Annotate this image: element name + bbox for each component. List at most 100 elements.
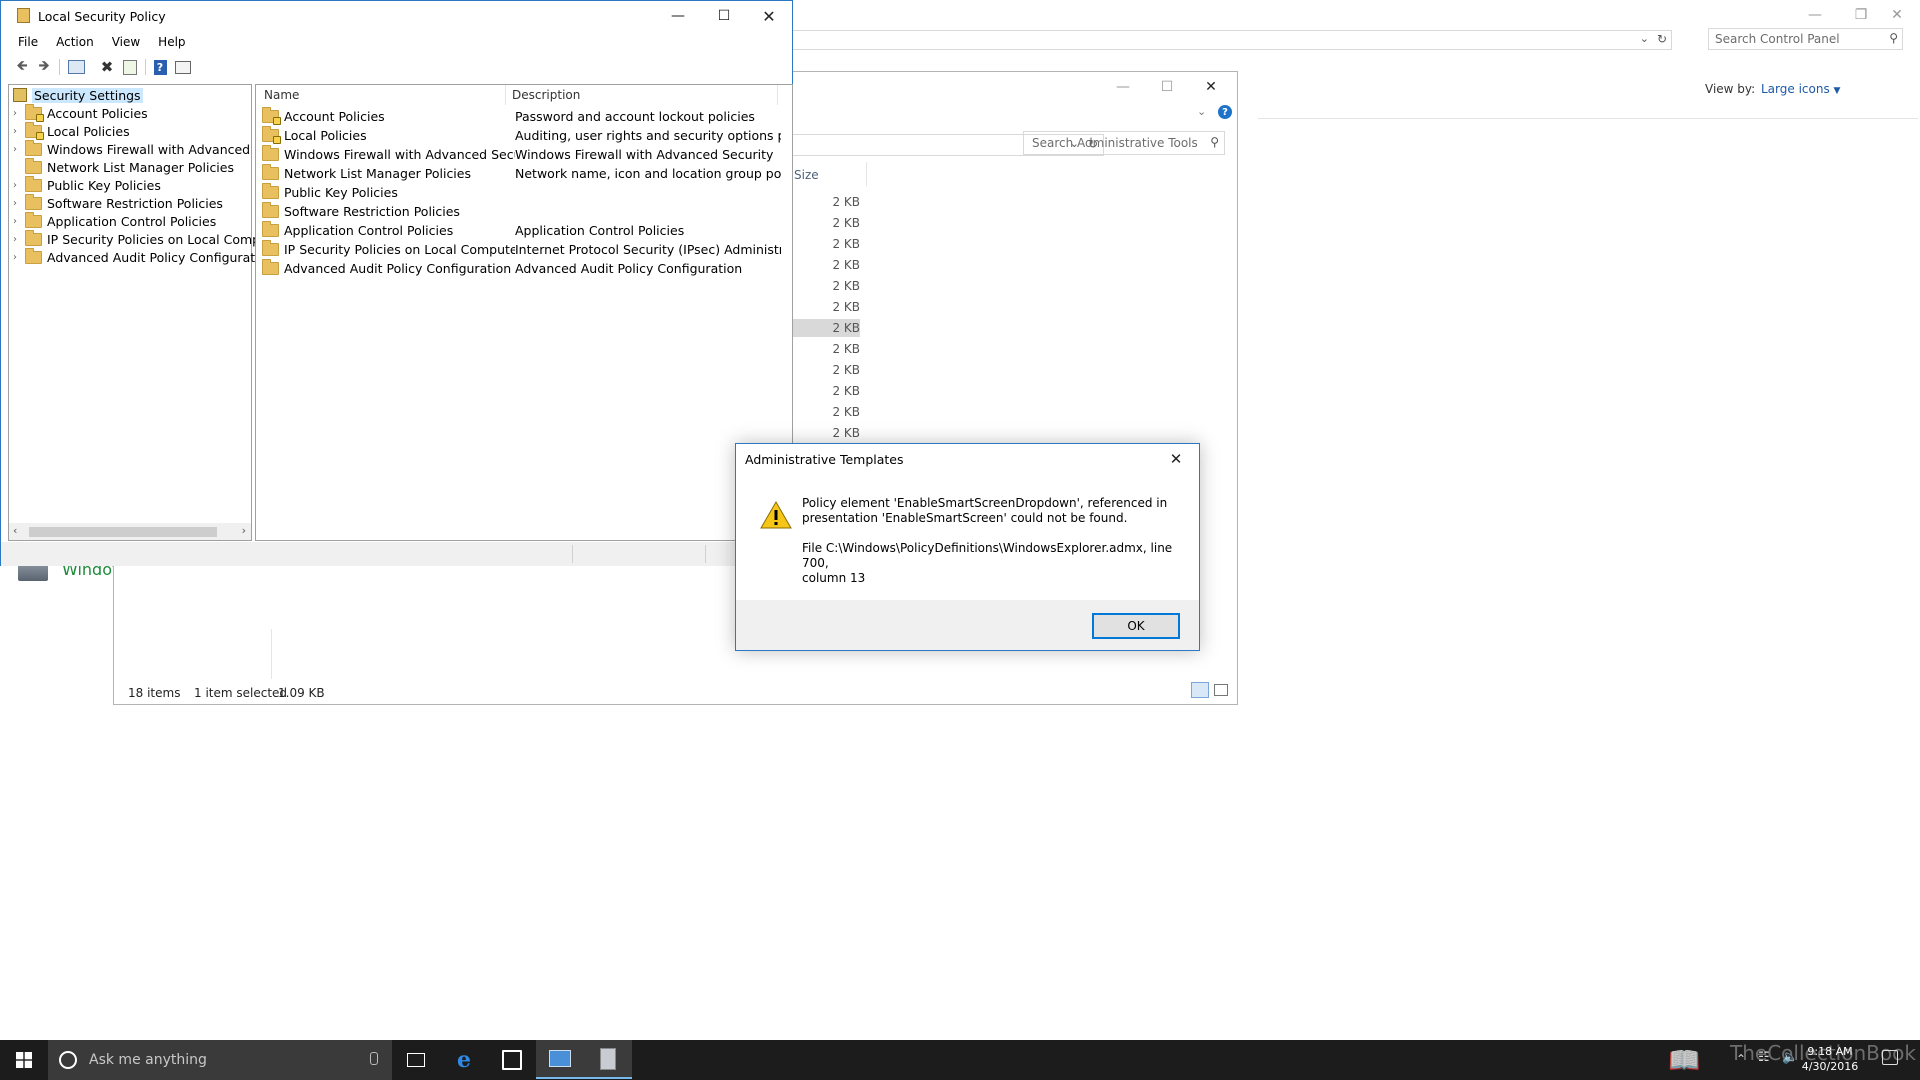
horizontal-scrollbar[interactable]: ‹ ›: [9, 523, 251, 540]
back-icon[interactable]: 🡸: [11, 57, 33, 77]
refresh-icon[interactable]: ↻: [1657, 32, 1667, 46]
minimize-button[interactable]: —: [1100, 72, 1146, 102]
view-by-dropdown[interactable]: Large icons ▼: [1761, 82, 1840, 96]
search-control-panel-input[interactable]: Search Control Panel ⚲: [1708, 28, 1903, 50]
search-admin-tools-input[interactable]: Search Administrative Tools ⚲: [1023, 131, 1225, 155]
close-button[interactable]: ✕: [746, 1, 792, 31]
expand-chevron-icon[interactable]: ›: [13, 180, 25, 191]
show-hidden-icons-icon[interactable]: ⌃: [1736, 1052, 1746, 1066]
cortana-search-box[interactable]: Ask me anything: [48, 1040, 392, 1080]
list-pane: Name Description Account Policies Passwor…: [255, 84, 793, 541]
ok-button[interactable]: OK: [1092, 613, 1180, 639]
tree-item-label: Account Policies: [47, 105, 148, 121]
tree-item[interactable]: › Application Control Policies: [13, 211, 216, 230]
view-by-label: View by:: [1705, 82, 1756, 96]
tree-item[interactable]: › Public Key Policies: [13, 175, 161, 194]
expand-chevron-icon[interactable]: ›: [13, 252, 25, 263]
minimize-button[interactable]: —: [655, 1, 701, 31]
list-item-description: Auditing, user rights and security optio…: [515, 127, 781, 143]
tree-item[interactable]: › Software Restriction Policies: [13, 193, 223, 212]
details-view-icon[interactable]: [1191, 682, 1209, 698]
menu-action[interactable]: Action: [47, 35, 103, 49]
scroll-left-icon[interactable]: ‹: [13, 524, 17, 537]
delete-icon[interactable]: ✖: [96, 57, 118, 77]
help-icon[interactable]: ?: [149, 57, 171, 77]
microphone-icon[interactable]: [370, 1052, 378, 1065]
security-settings-icon: [13, 88, 27, 102]
list-item-description: Internet Protocol Security (IPsec) Admin…: [515, 241, 781, 257]
tree-item[interactable]: › Account Policies: [13, 103, 148, 122]
tree-item[interactable]: › Advanced Audit Policy Configuration: [13, 247, 274, 266]
start-button[interactable]: [0, 1040, 48, 1080]
show-hide-tree-icon[interactable]: [65, 57, 87, 77]
properties-icon[interactable]: [172, 57, 194, 77]
menu-file[interactable]: File: [9, 35, 47, 49]
title-bar[interactable]: Local Security Policy — ☐ ✕: [1, 1, 792, 31]
tree-item[interactable]: › IP Security Policies on Local Compute: [13, 229, 281, 248]
status-size: 1.09 KB: [278, 686, 325, 700]
list-item[interactable]: Public Key Policies: [262, 182, 782, 201]
watermark-logo: 📖: [1668, 1046, 1701, 1076]
list-item-name: Windows Firewall with Advanced Security: [284, 146, 515, 162]
address-bar[interactable]: ⌄ ↻: [792, 30, 1672, 50]
list-item[interactable]: Account Policies Password and account loc…: [262, 106, 782, 125]
chevron-down-icon[interactable]: ⌄: [1640, 32, 1649, 45]
list-item[interactable]: Software Restriction Policies: [262, 201, 782, 220]
maximize-button[interactable]: ☐: [1144, 72, 1190, 102]
folder-icon: [25, 139, 42, 156]
expand-chevron-icon[interactable]: ›: [13, 126, 25, 137]
scrollbar-thumb[interactable]: [29, 527, 217, 537]
network-icon[interactable]: ☷: [1758, 1050, 1770, 1065]
dialog-title-bar[interactable]: Administrative Templates ✕: [736, 444, 1199, 474]
size-column-header[interactable]: Size: [794, 168, 819, 182]
tree-item[interactable]: Network List Manager Policies: [13, 157, 234, 176]
expand-chevron-icon[interactable]: ›: [13, 198, 25, 209]
folder-icon: [262, 106, 281, 125]
windows-logo-icon: [16, 1052, 32, 1068]
control-panel-taskbar-button[interactable]: [536, 1040, 584, 1079]
minimize-button[interactable]: —: [1792, 0, 1838, 30]
tree-item[interactable]: › Windows Firewall with Advanced Secu: [13, 139, 285, 158]
menu-view[interactable]: View: [103, 35, 149, 49]
scroll-right-icon[interactable]: ›: [242, 524, 246, 537]
expand-chevron-icon[interactable]: ›: [13, 234, 25, 245]
expand-chevron-icon[interactable]: ›: [13, 144, 25, 155]
maximize-button[interactable]: ☐: [701, 1, 747, 31]
tree-item[interactable]: › Local Policies: [13, 121, 130, 140]
list-item[interactable]: IP Security Policies on Local Computer In…: [262, 239, 782, 258]
control-panel-icon: [549, 1050, 571, 1067]
export-list-icon[interactable]: [119, 57, 141, 77]
chevron-down-icon[interactable]: ⌄: [1197, 105, 1206, 118]
menu-help[interactable]: Help: [149, 35, 194, 49]
help-icon[interactable]: ?: [1218, 105, 1232, 119]
task-view-button[interactable]: [392, 1040, 440, 1079]
list-item[interactable]: Network List Manager Policies Network nam…: [262, 163, 782, 182]
forward-icon[interactable]: 🡺: [33, 57, 55, 77]
expand-chevron-icon[interactable]: ›: [13, 108, 25, 119]
list-item[interactable]: Windows Firewall with Advanced SecurityW…: [262, 144, 782, 163]
tree-root[interactable]: Security Settings: [13, 86, 143, 104]
security-policy-icon: [600, 1047, 616, 1070]
store-button[interactable]: [488, 1040, 536, 1079]
clock[interactable]: 9:18 AM 4/30/2016: [1800, 1044, 1860, 1074]
action-center-icon[interactable]: [1882, 1050, 1898, 1065]
expand-chevron-icon[interactable]: ›: [13, 216, 25, 227]
list-item[interactable]: Application Control Policies Application …: [262, 220, 782, 239]
list-item[interactable]: Advanced Audit Policy Configuration Advan…: [262, 258, 782, 277]
large-icons-view-icon[interactable]: [1214, 684, 1228, 696]
search-icon: ⚲: [1210, 135, 1219, 149]
folder-icon: [262, 125, 281, 144]
name-column-header[interactable]: Name: [256, 85, 506, 105]
edge-button[interactable]: e: [440, 1040, 488, 1079]
folder-icon: [262, 258, 279, 275]
description-column-header[interactable]: Description: [506, 85, 778, 105]
list-item[interactable]: Local Policies Auditing, user rights and …: [262, 125, 782, 144]
dialog-close-button[interactable]: ✕: [1153, 444, 1199, 474]
close-button[interactable]: ✕: [1874, 0, 1920, 30]
volume-icon[interactable]: 🔈: [1782, 1050, 1798, 1065]
folder-icon: [25, 157, 42, 174]
local-security-policy-taskbar-button[interactable]: [584, 1040, 632, 1079]
folder-icon: [25, 193, 42, 210]
tree-item-label: Local Policies: [47, 123, 130, 139]
close-button[interactable]: ✕: [1188, 72, 1234, 102]
